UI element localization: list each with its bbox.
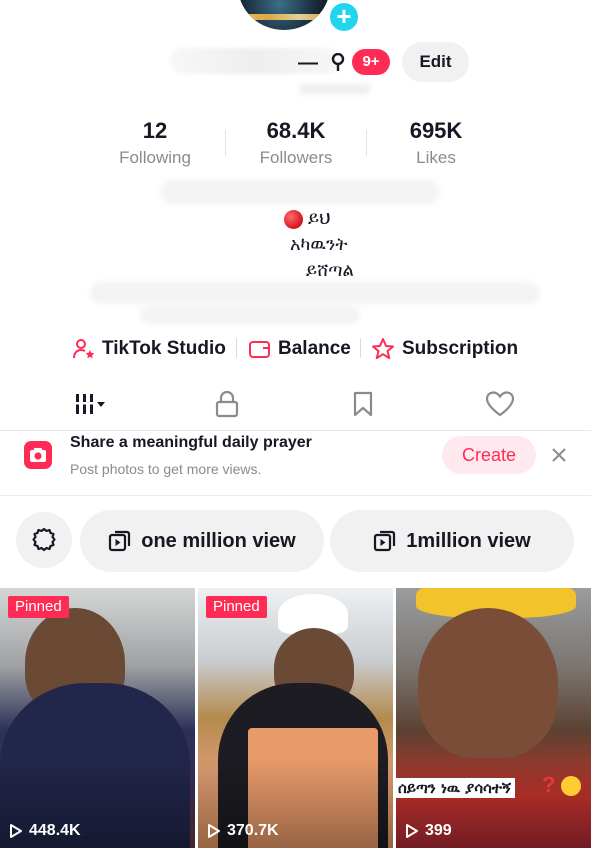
video-figure [418,608,558,758]
bio-redacted [160,180,440,204]
balance-link[interactable]: Balance [248,334,351,364]
view-count: 370.7K [207,822,279,840]
tab-videos[interactable] [70,386,110,422]
followers-count: 68.4K [266,118,326,143]
person-star-icon [73,339,95,359]
following-label: Following [119,148,191,167]
create-button[interactable]: Create [442,436,536,474]
handle-redacted [300,84,370,94]
playlist-chip[interactable]: 1million view [330,510,574,572]
bio-redacted [140,306,360,324]
view-count-value: 370.7K [227,822,279,839]
tool-separator [236,338,237,358]
playlist-icon [109,530,131,552]
add-avatar-plus-icon[interactable]: + [327,0,361,34]
lock-icon [215,390,239,418]
play-icon [406,824,418,838]
video-caption-mark: ? [542,772,556,797]
pinned-badge: Pinned [206,596,267,618]
tab-liked[interactable] [480,386,520,422]
avatar-image-detail [238,14,330,20]
username-text: — [298,52,318,74]
video-thumbnail[interactable]: 399 [396,588,591,848]
likes-label: Likes [416,148,456,167]
tab-saved[interactable] [343,386,383,422]
bio-line: አካዉንት [290,234,348,255]
view-count-value: 399 [425,822,452,839]
balance-label: Balance [278,338,351,359]
playlist-chip[interactable]: one million view [80,510,324,572]
profile-avatar[interactable] [236,0,332,32]
video-caption: ሰይጣን ነዉ ያሳሳተኝ [394,778,515,798]
view-count-value: 448.4K [29,822,81,839]
likes-count: 695K [409,118,463,143]
stat-followers[interactable]: 68.4K Followers [226,118,366,168]
gear-icon [32,527,56,552]
wallet-icon [249,341,270,358]
notifications-badge[interactable]: 9+ [352,49,390,75]
followers-label: Followers [259,148,333,167]
camera-icon [24,441,52,469]
tool-separator [360,338,361,358]
playlist-label: one million view [141,529,296,552]
tab-bar-divider [0,430,591,431]
video-thumbnail[interactable]: Pinned 448.4K [0,588,195,848]
video-thumbnail[interactable]: Pinned 370.7K [198,588,393,848]
bookmark-icon [353,391,373,417]
star-outline-icon [372,338,394,360]
bio-line: ይህ [308,208,331,229]
playlist-label: 1million view [406,529,531,552]
heart-icon [485,391,515,417]
bio-line: ይሸጣል [306,260,354,281]
banner-title: Share a meaningful daily prayer [70,434,312,451]
banner-subtitle: Post photos to get more views. [70,461,262,477]
tiktok-studio-link[interactable]: TikTok Studio [72,334,226,364]
grid-bars-icon [76,394,105,414]
subscription-link[interactable]: Subscription [370,334,518,364]
pinned-badge: Pinned [8,596,69,618]
close-icon[interactable] [548,444,570,466]
play-icon [10,824,22,838]
banner-divider [0,495,591,496]
stat-following[interactable]: 12 Following [85,118,225,168]
tiktok-studio-label: TikTok Studio [102,338,226,359]
red-circle-emoji [284,210,303,229]
stat-likes[interactable]: 695K Likes [366,118,506,168]
playlist-settings-button[interactable] [16,512,72,568]
edit-profile-button[interactable]: Edit [402,42,469,82]
playlist-icon [374,530,396,552]
following-count: 12 [142,118,168,143]
view-count: 448.4K [9,822,81,840]
play-icon [208,824,220,838]
subscription-label: Subscription [402,338,519,359]
tab-private[interactable] [207,386,247,422]
location-pin-icon [331,53,345,71]
view-count: 399 [405,822,452,840]
laughing-emoji-icon [561,776,581,796]
bio-redacted [90,282,540,304]
